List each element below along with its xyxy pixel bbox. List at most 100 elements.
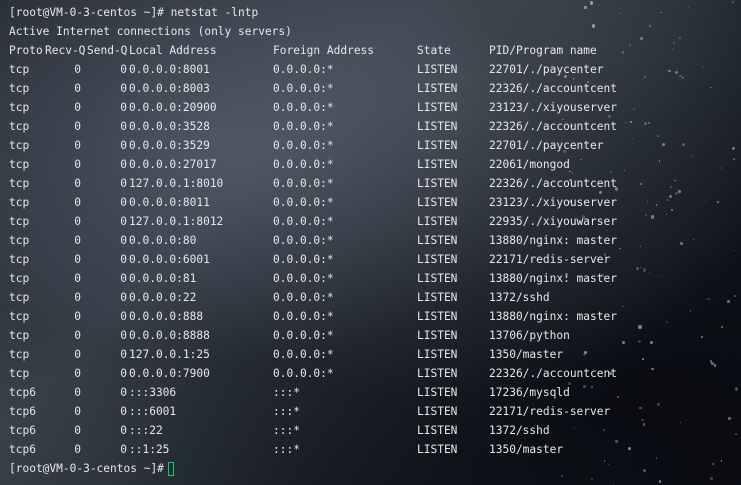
table-row: tcp 0 0 0.0.0.0:22 0.0.0.0:* LISTEN 1372/sshd <box>9 288 741 307</box>
header-foreign-address: Foreign Address <box>273 44 375 57</box>
row-local-address: 127.0.0.1:25 <box>129 348 210 361</box>
row-recv-q: 0 <box>74 348 81 361</box>
text-cursor[interactable] <box>167 462 174 476</box>
row-state: LISTEN <box>417 82 458 95</box>
row-recv-q: 0 <box>74 443 81 456</box>
table-row: tcp 0 0 0.0.0.0:888 0.0.0.0:* LISTEN 13880/ngi… <box>9 307 741 326</box>
row-state: LISTEN <box>417 234 458 247</box>
row-local-address: 0.0.0.0:8011 <box>129 196 210 209</box>
row-proto: tcp <box>9 63 30 76</box>
row-foreign-address: :::* <box>273 443 300 456</box>
row-foreign-address: 0.0.0.0:* <box>273 272 334 285</box>
table-row: tcp 0 0 0.0.0.0:3528 0.0.0.0:* LISTEN 22326/./… <box>9 117 741 136</box>
table-row: tcp 0 0 0.0.0.0:27017 0.0.0.0:* LISTEN 22061/m… <box>9 155 741 174</box>
row-local-address: 127.0.0.1:8012 <box>129 215 224 228</box>
row-foreign-address: 0.0.0.0:* <box>273 120 334 133</box>
row-state: LISTEN <box>417 424 458 437</box>
prompt-line[interactable]: [root@VM-0-3-centos ~]# <box>9 459 741 478</box>
row-proto: tcp <box>9 367 30 380</box>
row-foreign-address: :::* <box>273 424 300 437</box>
row-pid-program: 22701/./paycenter <box>489 63 604 76</box>
row-pid-program: 22061/mongod <box>489 158 570 171</box>
table-row: tcp 0 0 127.0.0.1:25 0.0.0.0:* LISTEN 1350/mas… <box>9 345 741 364</box>
table-row: tcp 0 0 0.0.0.0:80 0.0.0.0:* LISTEN 13880/ngin… <box>9 231 741 250</box>
row-state: LISTEN <box>417 386 458 399</box>
row-foreign-address: :::* <box>273 386 300 399</box>
row-proto: tcp6 <box>9 386 36 399</box>
row-send-q: 0 <box>120 291 127 304</box>
connection-list: tcp 0 0 0.0.0.0:8001 0.0.0.0:* LISTEN 22701/./… <box>9 60 741 459</box>
row-recv-q: 0 <box>74 177 81 190</box>
row-send-q: 0 <box>120 139 127 152</box>
table-row: tcp 0 0 0.0.0.0:8011 0.0.0.0:* LISTEN 23123/./… <box>9 193 741 212</box>
prompt: [root@VM-0-3-centos ~]# <box>9 462 164 475</box>
row-pid-program: 1350/master <box>489 443 564 456</box>
row-send-q: 0 <box>120 310 127 323</box>
row-local-address: 0.0.0.0:80 <box>129 234 197 247</box>
row-proto: tcp <box>9 234 30 247</box>
row-recv-q: 0 <box>74 196 81 209</box>
row-send-q: 0 <box>120 215 127 228</box>
row-recv-q: 0 <box>74 253 81 266</box>
row-local-address: 127.0.0.1:8010 <box>129 177 224 190</box>
row-pid-program: 22935/./xiyouwarser <box>489 215 617 228</box>
row-pid-program: 1350/master <box>489 348 564 361</box>
row-state: LISTEN <box>417 272 458 285</box>
bokeh-dot <box>658 480 662 483</box>
row-local-address: 0.0.0.0:3528 <box>129 120 210 133</box>
row-state: LISTEN <box>417 405 458 418</box>
row-proto: tcp <box>9 139 30 152</box>
row-state: LISTEN <box>417 177 458 190</box>
row-proto: tcp <box>9 82 30 95</box>
row-proto: tcp <box>9 348 30 361</box>
row-pid-program: 23123/./xiyouserver <box>489 101 617 114</box>
row-state: LISTEN <box>417 367 458 380</box>
row-send-q: 0 <box>120 367 127 380</box>
table-row: tcp6 0 0::1:25:::* LISTEN 1350/master <box>9 440 741 459</box>
row-state: LISTEN <box>417 101 458 114</box>
row-foreign-address: 0.0.0.0:* <box>273 348 334 361</box>
table-row: tcp 0 0 127.0.0.1:8010 0.0.0.0:* LISTEN 22326/… <box>9 174 741 193</box>
terminal-window[interactable]: [root@VM-0-3-centos ~]# netstat -lntp Ac… <box>0 0 741 485</box>
table-row: tcp6 0 0:::22:::* LISTEN 1372/sshd <box>9 421 741 440</box>
row-send-q: 0 <box>120 348 127 361</box>
row-pid-program: 13706/python <box>489 329 570 342</box>
row-proto: tcp <box>9 101 30 114</box>
row-proto: tcp6 <box>9 405 36 418</box>
bokeh-dot <box>590 478 593 481</box>
row-local-address: 0.0.0.0:20900 <box>129 101 217 114</box>
table-row: tcp 0 0 0.0.0.0:3529 0.0.0.0:* LISTEN 22701/./… <box>9 136 741 155</box>
row-proto: tcp <box>9 253 30 266</box>
row-state: LISTEN <box>417 139 458 152</box>
row-recv-q: 0 <box>74 367 81 380</box>
row-pid-program: 13880/nginx: master <box>489 310 617 323</box>
row-send-q: 0 <box>120 196 127 209</box>
row-local-address: 0.0.0.0:8003 <box>129 82 210 95</box>
row-state: LISTEN <box>417 310 458 323</box>
row-state: LISTEN <box>417 443 458 456</box>
row-state: LISTEN <box>417 158 458 171</box>
table-row: tcp 0 0 0.0.0.0:8888 0.0.0.0:* LISTEN 13706/py… <box>9 326 741 345</box>
row-foreign-address: 0.0.0.0:* <box>273 196 334 209</box>
row-pid-program: 13880/nginx: master <box>489 272 617 285</box>
row-send-q: 0 <box>120 101 127 114</box>
row-pid-program: 22326/./accountcent <box>489 82 617 95</box>
row-local-address: 0.0.0.0:22 <box>129 291 197 304</box>
row-local-address: 0.0.0.0:6001 <box>129 253 210 266</box>
header-proto: Proto <box>9 44 43 57</box>
table-row: tcp 0 0 0.0.0.0:8001 0.0.0.0:* LISTEN 22701/./… <box>9 60 741 79</box>
row-local-address: 0.0.0.0:8888 <box>129 329 210 342</box>
info-line: Active Internet connections (only server… <box>9 25 292 38</box>
row-recv-q: 0 <box>74 329 81 342</box>
row-send-q: 0 <box>120 158 127 171</box>
row-recv-q: 0 <box>74 63 81 76</box>
row-local-address: :::3306 <box>129 386 177 399</box>
row-proto: tcp <box>9 196 30 209</box>
table-row: tcp 0 0 127.0.0.1:8012 0.0.0.0:* LISTEN 22935/… <box>9 212 741 231</box>
header-send-q: Send-Q <box>87 44 128 57</box>
table-row: tcp 0 0 0.0.0.0:81 0.0.0.0:* LISTEN 13880/ngin… <box>9 269 741 288</box>
command-line: [root@VM-0-3-centos ~]# netstat -lntp <box>9 6 259 19</box>
row-pid-program: 17236/mysqld <box>489 386 570 399</box>
row-foreign-address: 0.0.0.0:* <box>273 101 334 114</box>
row-foreign-address: 0.0.0.0:* <box>273 367 334 380</box>
